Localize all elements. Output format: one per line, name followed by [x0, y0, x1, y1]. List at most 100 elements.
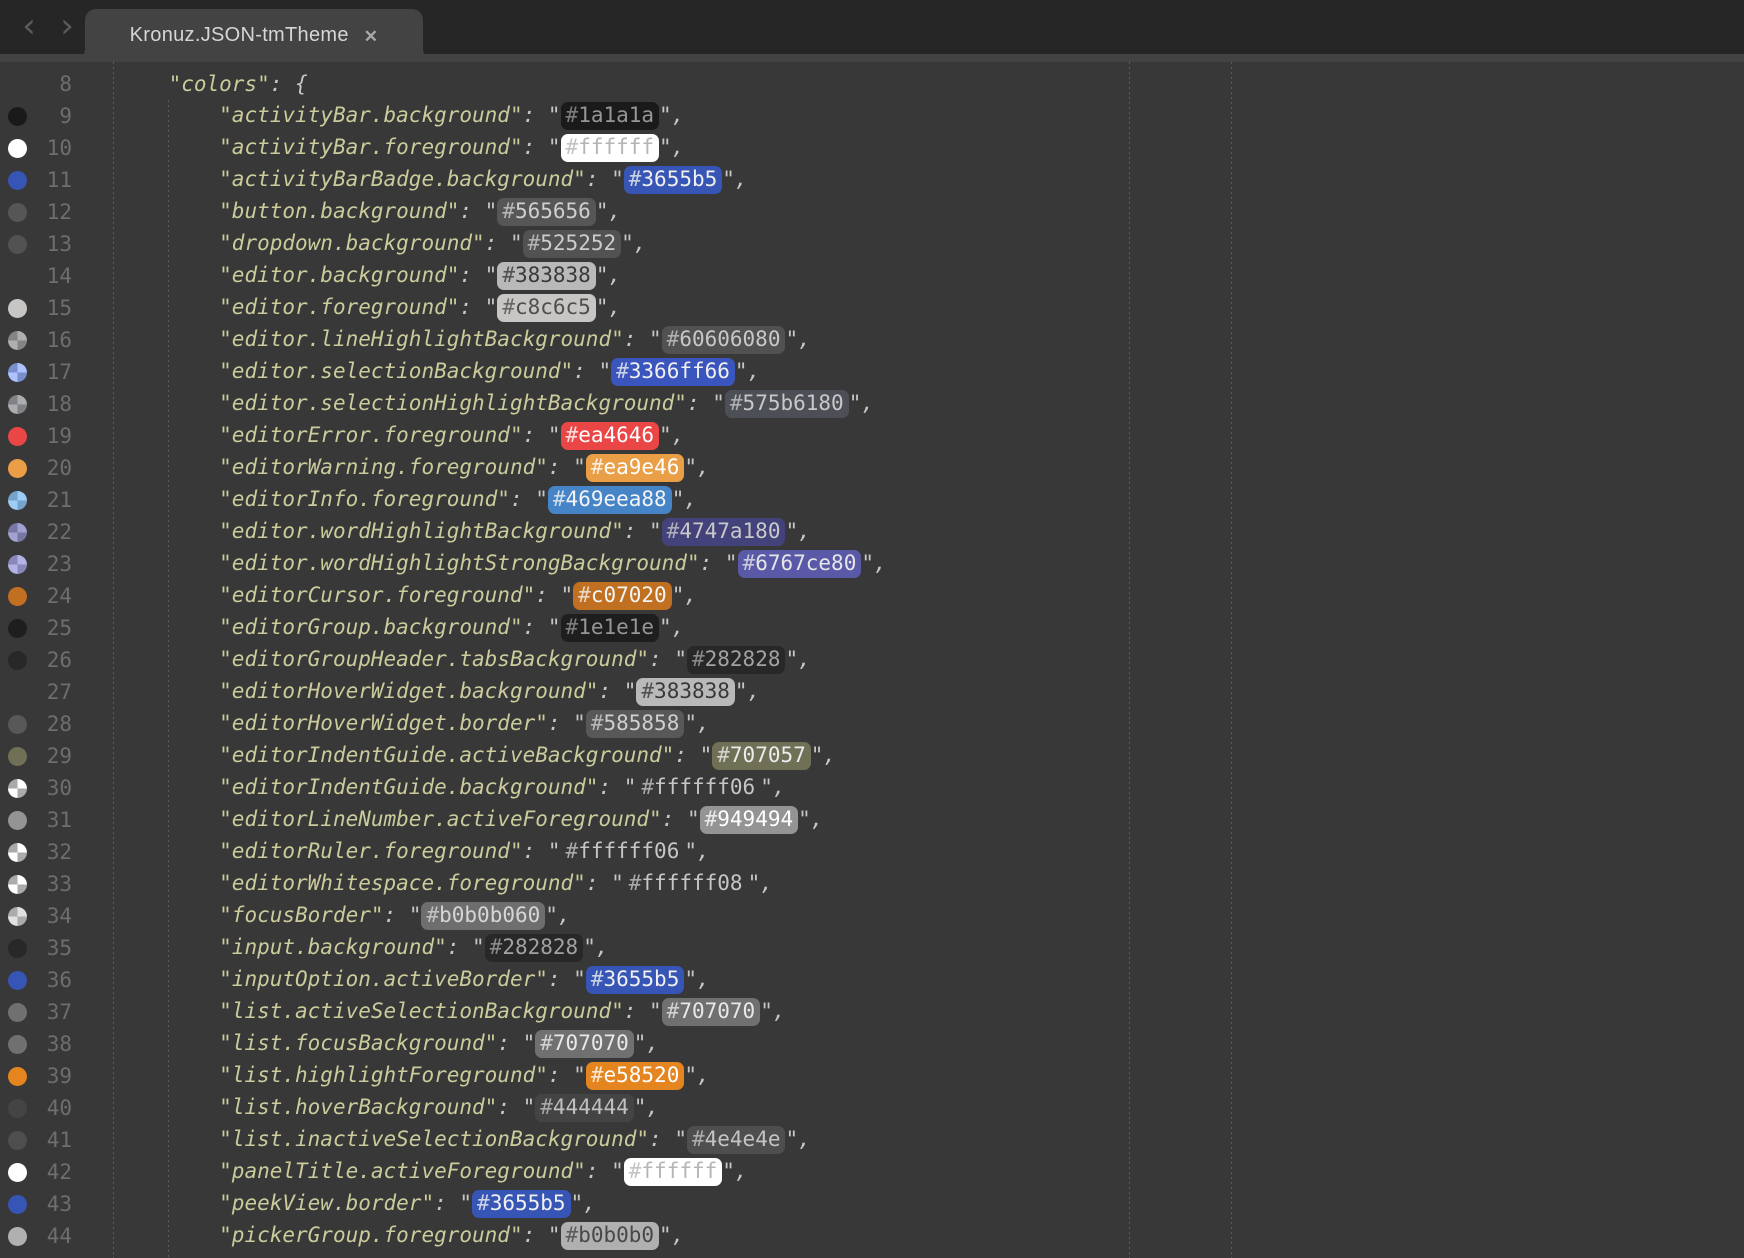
line-number: 44 — [27, 1224, 72, 1248]
code-line[interactable]: 14 "editor.background": "#383838", — [0, 260, 1744, 292]
line-number: 26 — [27, 648, 72, 672]
code-line[interactable]: 22 "editor.wordHighlightBackground": "#4… — [0, 516, 1744, 548]
gutter: 25 — [0, 612, 118, 644]
code-line[interactable]: 20 "editorWarning.foreground": "#ea9e46"… — [0, 452, 1744, 484]
json-key: "editorGroup.background" — [219, 615, 522, 639]
code-text: "activityBar.background": "#1a1a1a", — [118, 102, 684, 130]
history-nav: ‹ › — [16, 4, 80, 48]
color-value-pill: #b0b0b0 — [561, 1222, 660, 1250]
code-line[interactable]: 16 "editor.lineHighlightBackground": "#6… — [0, 324, 1744, 356]
editor[interactable]: 8 "colors": {9 "activityBar.background":… — [0, 62, 1744, 1258]
code-text: "list.inactiveSelectionBackground": "#4e… — [118, 1126, 811, 1154]
code-line[interactable]: 10 "activityBar.foreground": "#ffffff", — [0, 132, 1744, 164]
code-line[interactable]: 9 "activityBar.background": "#1a1a1a", — [0, 100, 1744, 132]
code-line[interactable]: 27 "editorHoverWidget.background": "#383… — [0, 676, 1744, 708]
code-line[interactable]: 28 "editorHoverWidget.border": "#585858"… — [0, 708, 1744, 740]
json-key: "editorWhitespace.foreground" — [219, 871, 586, 895]
gutter: 12 — [0, 196, 118, 228]
back-icon[interactable]: ‹ — [16, 4, 42, 48]
gutter: 35 — [0, 932, 118, 964]
color-swatch — [8, 587, 27, 606]
json-key: "input.background" — [219, 935, 447, 959]
color-swatch — [8, 1195, 27, 1214]
hash-prefix: # — [502, 263, 515, 287]
gutter: 27 — [0, 676, 118, 708]
color-swatch — [8, 331, 27, 350]
close-icon[interactable]: ✕ — [364, 27, 379, 47]
color-swatch — [8, 843, 27, 862]
code-text: "editorHoverWidget.background": "#383838… — [118, 678, 760, 706]
code-line[interactable]: 12 "button.background": "#565656", — [0, 196, 1744, 228]
swatch-placeholder — [8, 75, 27, 94]
color-value-pill: #707070 — [662, 998, 761, 1026]
code-line[interactable]: 34 "focusBorder": "#b0b0b060", — [0, 900, 1744, 932]
line-number: 28 — [27, 712, 72, 736]
code-line[interactable]: 44 "pickerGroup.foreground": "#b0b0b0", — [0, 1220, 1744, 1252]
gutter: 33 — [0, 868, 118, 900]
code-line[interactable]: 43 "peekView.border": "#3655b5", — [0, 1188, 1744, 1220]
code-line[interactable]: 39 "list.highlightForeground": "#e58520"… — [0, 1060, 1744, 1092]
gutter: 40 — [0, 1092, 118, 1124]
code-line[interactable]: 32 "editorRuler.foreground": "#ffffff06"… — [0, 836, 1744, 868]
code-line[interactable]: 8 "colors": { — [0, 68, 1744, 100]
gutter: 44 — [0, 1220, 118, 1252]
line-number: 16 — [27, 328, 72, 352]
line-number: 24 — [27, 584, 72, 608]
code-line[interactable]: 41 "list.inactiveSelectionBackground": "… — [0, 1124, 1744, 1156]
code-line[interactable]: 29 "editorIndentGuide.activeBackground":… — [0, 740, 1744, 772]
code-text: "editorInfo.foreground": "#469eea88", — [118, 486, 697, 514]
hash-prefix: # — [566, 839, 579, 863]
code-text: "editorCursor.foreground": "#c07020", — [118, 582, 697, 610]
color-value-pill: #60606080 — [662, 326, 786, 354]
color-value-pill: #c8c6c5 — [497, 294, 596, 322]
code-line[interactable]: 21 "editorInfo.foreground": "#469eea88", — [0, 484, 1744, 516]
code-line[interactable]: 36 "inputOption.activeBorder": "#3655b5"… — [0, 964, 1744, 996]
code-line[interactable]: 15 "editor.foreground": "#c8c6c5", — [0, 292, 1744, 324]
code-text: "pickerGroup.foreground": "#b0b0b0", — [118, 1222, 684, 1250]
code-line[interactable]: 23 "editor.wordHighlightStrongBackground… — [0, 548, 1744, 580]
code-line[interactable]: 19 "editorError.foreground": "#ea4646", — [0, 420, 1744, 452]
code-text: "list.activeSelectionBackground": "#7070… — [118, 998, 785, 1026]
code-line[interactable]: 37 "list.activeSelectionBackground": "#7… — [0, 996, 1744, 1028]
line-number: 34 — [27, 904, 72, 928]
code-line[interactable]: 35 "input.background": "#282828", — [0, 932, 1744, 964]
json-key: "editorCursor.foreground" — [219, 583, 535, 607]
gutter: 20 — [0, 452, 118, 484]
code-line[interactable]: 33 "editorWhitespace.foreground": "#ffff… — [0, 868, 1744, 900]
code-text: "editor.wordHighlightStrongBackground": … — [118, 550, 887, 578]
code-text: "editorIndentGuide.background": "#ffffff… — [118, 774, 786, 802]
gutter: 9 — [0, 100, 118, 132]
hash-prefix: # — [566, 423, 579, 447]
color-swatch — [8, 523, 27, 542]
color-value-pill: #3655b5 — [472, 1190, 571, 1218]
color-swatch — [8, 779, 27, 798]
code-line[interactable]: 40 "list.hoverBackground": "#444444", — [0, 1092, 1744, 1124]
gutter: 8 — [0, 68, 118, 100]
hash-prefix: # — [566, 1223, 579, 1247]
code-line[interactable]: 26 "editorGroupHeader.tabsBackground": "… — [0, 644, 1744, 676]
color-swatch — [8, 715, 27, 734]
color-value-pill: #ffffff08 — [624, 870, 748, 898]
color-swatch — [8, 619, 27, 638]
color-value-pill: #e58520 — [586, 1062, 685, 1090]
code-text: "editor.selectionHighlightBackground": "… — [118, 390, 874, 418]
gutter: 43 — [0, 1188, 118, 1220]
code-line[interactable]: 31 "editorLineNumber.activeForeground": … — [0, 804, 1744, 836]
code-line[interactable]: 25 "editorGroup.background": "#1e1e1e", — [0, 612, 1744, 644]
code-line[interactable]: 11 "activityBarBadge.background": "#3655… — [0, 164, 1744, 196]
color-swatch — [8, 1035, 27, 1054]
code-line[interactable]: 42 "panelTitle.activeForeground": "#ffff… — [0, 1156, 1744, 1188]
code-line[interactable]: 13 "dropdown.background": "#525252", — [0, 228, 1744, 260]
code-line[interactable]: 24 "editorCursor.foreground": "#c07020", — [0, 580, 1744, 612]
code-line[interactable]: 30 "editorIndentGuide.background": "#fff… — [0, 772, 1744, 804]
color-value-pill: #c07020 — [573, 582, 672, 610]
line-number: 18 — [27, 392, 72, 416]
code-line[interactable]: 38 "list.focusBackground": "#707070", — [0, 1028, 1744, 1060]
color-value-pill: #575b6180 — [725, 390, 849, 418]
tab-kronuz-json-tmtheme[interactable]: Kronuz.JSON-tmTheme ✕ — [85, 9, 423, 62]
code-line[interactable]: 17 "editor.selectionBackground": "#3366f… — [0, 356, 1744, 388]
forward-icon[interactable]: › — [54, 4, 80, 48]
line-number: 40 — [27, 1096, 72, 1120]
code-line[interactable]: 18 "editor.selectionHighlightBackground"… — [0, 388, 1744, 420]
json-key: "editorIndentGuide.background" — [219, 775, 598, 799]
